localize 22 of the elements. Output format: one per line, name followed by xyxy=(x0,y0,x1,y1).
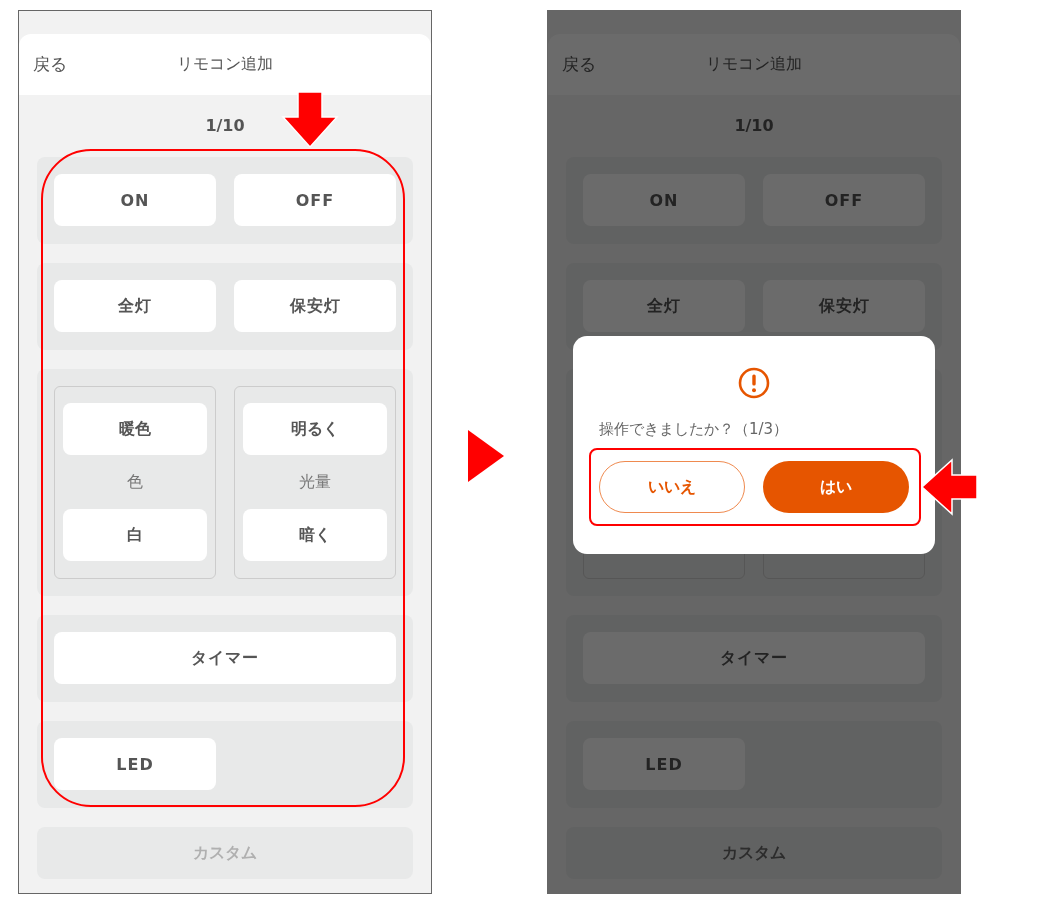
remote-button[interactable]: LED xyxy=(54,738,216,790)
page-counter: 1/10 xyxy=(205,116,245,135)
group-label: 色 xyxy=(127,471,143,493)
remote-button[interactable]: 保安灯 xyxy=(234,280,396,332)
dialog-message: 操作できましたか？（1/3） xyxy=(599,420,789,439)
group-label: 光量 xyxy=(299,471,331,493)
screen-title: リモコン追加 xyxy=(706,54,802,75)
remote-button[interactable]: 明るく xyxy=(243,403,387,455)
remote-button[interactable]: 全灯 xyxy=(54,280,216,332)
warning-icon xyxy=(738,367,770,399)
yes-button[interactable]: はい xyxy=(763,461,909,513)
screen-title: リモコン追加 xyxy=(177,54,273,75)
remote-button[interactable]: 暖色 xyxy=(63,403,207,455)
no-button[interactable]: いいえ xyxy=(599,461,745,513)
remote-button[interactable]: 白 xyxy=(63,509,207,561)
back-link[interactable]: 戻る xyxy=(33,53,67,76)
page-counter: 1/10 xyxy=(734,116,774,135)
remote-button[interactable]: ON xyxy=(54,174,216,226)
remote-button[interactable]: OFF xyxy=(234,174,396,226)
remote-button[interactable]: タイマー xyxy=(54,632,396,684)
remote-button[interactable]: 暗く xyxy=(243,509,387,561)
triangle-right-icon xyxy=(467,430,504,482)
